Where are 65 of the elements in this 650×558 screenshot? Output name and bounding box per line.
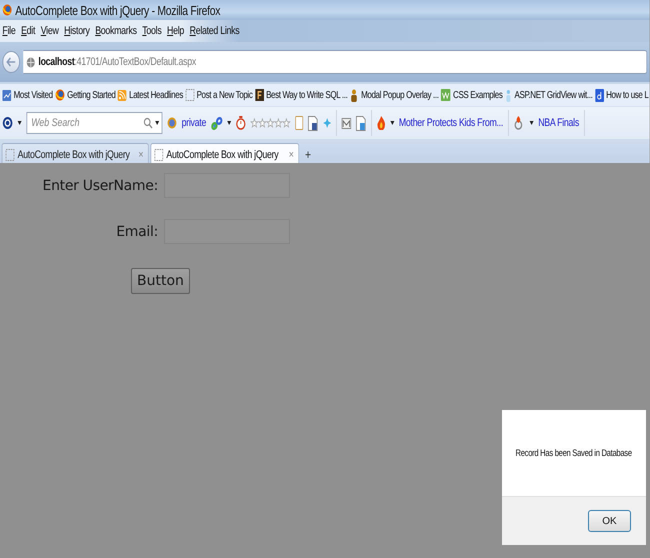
browser-tab[interactable]: AutoComplete Box with jQuery ×	[150, 143, 300, 163]
globe-icon	[26, 56, 36, 68]
field-label: Email:	[115, 224, 158, 240]
close-icon[interactable]: ×	[288, 148, 294, 160]
firefox-icon	[2, 4, 12, 16]
caret-icon	[529, 121, 534, 125]
bookmark-link[interactable]: Most Visited	[14, 90, 53, 100]
address-field[interactable]: localhost:41701/AutoTextBox/Default.aspx	[23, 50, 648, 74]
menu-item[interactable]: Tools	[142, 25, 162, 37]
letter-d-icon	[594, 88, 604, 102]
chain-icon	[210, 116, 222, 130]
globe-icon	[167, 117, 177, 129]
back-button[interactable]	[2, 51, 20, 73]
menu-item[interactable]: View	[40, 25, 59, 37]
menu-item[interactable]: Bookmarks	[95, 25, 137, 37]
news-link[interactable]: Mother Protects Kids From...	[398, 117, 504, 129]
w3c-icon	[441, 89, 451, 101]
person-icon	[504, 88, 512, 102]
rss-icon	[118, 90, 127, 100]
page-icon	[154, 148, 164, 160]
figure-icon	[350, 88, 359, 102]
stopwatch-icon	[236, 116, 246, 130]
firefox-icon	[55, 89, 65, 101]
bookmark-link[interactable]: Post a New Topic	[196, 90, 252, 100]
bookmark-link[interactable]: How to use L	[606, 90, 648, 100]
facebook-page-icon	[308, 116, 318, 130]
ask-icon	[2, 116, 13, 130]
menu-item[interactable]: Help	[167, 25, 184, 37]
window-title: AutoComplete Box with jQuery - Mozilla Firefox	[15, 2, 220, 18]
browser-tab[interactable]: AutoComplete Box with jQuery ×	[2, 143, 149, 163]
letter-f-icon	[254, 89, 264, 101]
caret-icon	[18, 121, 22, 125]
bookmark-link[interactable]: Getting Started	[67, 90, 116, 100]
dialog-message: Record Has been Saved in Database	[516, 448, 632, 458]
search-flame-icon	[513, 116, 525, 130]
bookmark-link[interactable]: CSS Examples	[453, 90, 503, 100]
caret-icon	[226, 121, 231, 125]
bookmark-link[interactable]: Latest Headlines	[129, 90, 183, 100]
bookmark-link[interactable]: Best Way to Write SQL ...	[266, 90, 348, 100]
private-link[interactable]: private	[182, 117, 206, 129]
menu-item[interactable]: Edit	[21, 25, 36, 37]
ok-button[interactable]: OK	[588, 510, 631, 532]
flame-icon	[376, 116, 386, 130]
submit-button[interactable]: Button	[131, 268, 190, 294]
page-icon	[6, 148, 14, 160]
sports-link[interactable]: NBA Finals	[538, 117, 579, 129]
caret-icon	[390, 121, 394, 125]
arrow-icon	[6, 57, 16, 67]
search-icon	[143, 117, 153, 129]
bookmark-link[interactable]: ASP.NET GridView wit...	[514, 90, 592, 100]
new-tab-button[interactable]: +	[300, 143, 316, 163]
bookmark-link[interactable]: Modal Popup Overlay ...	[361, 90, 439, 100]
document-icon	[356, 116, 366, 130]
menu-item[interactable]: History	[64, 25, 90, 37]
mail-icon	[341, 118, 351, 128]
page-icon	[185, 89, 194, 101]
menu-item[interactable]: File	[2, 25, 16, 37]
field-label: Enter UserName:	[42, 178, 158, 194]
sparkle-icon	[322, 118, 331, 128]
stars-icon[interactable]	[250, 118, 290, 128]
search-field[interactable]: Web Search	[26, 112, 162, 134]
caret-icon	[155, 121, 160, 125]
book-icon	[294, 116, 303, 130]
chart-icon	[2, 90, 12, 100]
menu-item[interactable]: Related Links	[190, 25, 240, 37]
